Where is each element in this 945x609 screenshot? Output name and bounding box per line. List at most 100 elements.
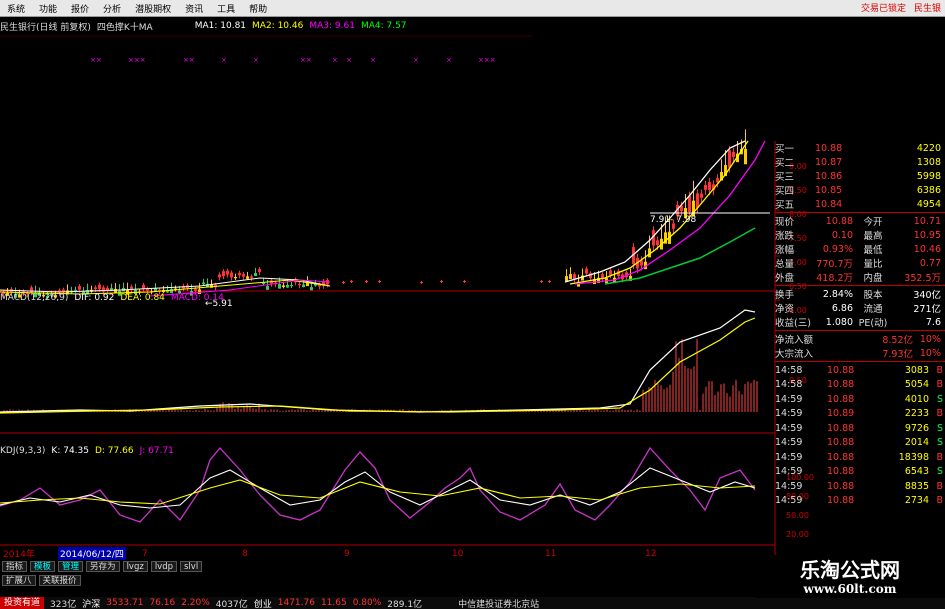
stat-value: 10.46 xyxy=(913,243,941,255)
tab-lvgz[interactable]: lvgz xyxy=(122,561,148,572)
svg-text:××: ×× xyxy=(90,56,102,64)
macd-value: MACD: 0.14 xyxy=(170,293,224,303)
stat-value: 271亿 xyxy=(913,304,941,315)
tick-row[interactable]: 14:59 10.88 6543 S xyxy=(775,465,945,480)
candle xyxy=(463,280,466,283)
status-index-change: 11.65 xyxy=(320,598,347,608)
tick-price: 10.88 xyxy=(827,437,855,449)
candle xyxy=(548,280,551,283)
tick-row[interactable]: 14:58 10.88 5054 B xyxy=(775,378,945,393)
candle xyxy=(246,271,249,280)
tick-row[interactable]: 14:59 10.88 2014 S xyxy=(775,436,945,451)
candle xyxy=(154,283,157,292)
candle xyxy=(290,281,293,289)
date-axis-year: 2014年 xyxy=(3,550,35,560)
candle xyxy=(573,272,576,283)
flow-pct: 10% xyxy=(919,347,941,359)
status-item: 4037亿 xyxy=(215,599,248,609)
tab-extension[interactable]: 扩展八 xyxy=(2,575,36,586)
bid-row[interactable]: 买三 10.86 5998 xyxy=(775,169,945,184)
bid-price: 10.84 xyxy=(815,198,843,210)
bid-row[interactable]: 买五 10.84 4954 xyxy=(775,197,945,212)
stat-label: 涨跌 xyxy=(775,231,795,242)
tick-row[interactable]: 14:59 10.89 2233 B xyxy=(775,407,945,422)
tick-price: 10.89 xyxy=(827,408,855,420)
flow-label: 净流入额 xyxy=(775,335,814,346)
range-label: 7.91- 7.98 xyxy=(650,215,697,225)
stat-row: 涨幅 0.93% 最低 10.46 xyxy=(775,242,945,257)
stat-label: 涨幅 xyxy=(775,245,795,256)
stat-value: 0.77 xyxy=(919,257,941,269)
macd-histogram xyxy=(3,338,758,412)
bid-label: 买五 xyxy=(775,200,795,211)
candle xyxy=(378,280,381,283)
stat-row: 涨跌 0.10 最高 10.95 xyxy=(775,228,945,243)
svg-text:×: × xyxy=(446,56,452,64)
date-axis-month: 7 xyxy=(142,548,148,559)
tick-time: 14:59 xyxy=(775,466,803,478)
svg-text:×: × xyxy=(370,56,376,64)
tick-row[interactable]: 14:59 10.88 18398 B xyxy=(775,450,945,465)
svg-text:×: × xyxy=(346,56,352,64)
tab-lvdp[interactable]: lvdp xyxy=(150,561,177,572)
tick-row[interactable]: 14:59 10.88 8835 B xyxy=(775,479,945,494)
candle xyxy=(218,272,221,281)
date-axis-month: 9 xyxy=(344,548,350,559)
status-bar: 投资有道 323亿 沪深 3533.71 76.16 2.20% 4037亿 创… xyxy=(0,597,945,609)
tick-time: 14:59 xyxy=(775,422,803,434)
tick-list[interactable]: 14:58 10.88 3083 B 14:58 10.88 5054 B 14:59 10.88… xyxy=(775,363,945,508)
stat-label: 内盘 xyxy=(863,273,883,284)
stat-label: 净资 xyxy=(775,304,795,315)
bid-row[interactable]: 买二 10.87 1308 xyxy=(775,155,945,170)
tick-price: 10.88 xyxy=(827,393,855,405)
tick-price: 10.88 xyxy=(827,495,855,507)
candle xyxy=(234,273,237,280)
tick-row[interactable]: 14:59 10.88 9726 S xyxy=(775,421,945,436)
candle xyxy=(581,268,584,281)
date-axis-month: 11 xyxy=(545,548,557,559)
tick-row[interactable]: 14:59 10.88 2734 B xyxy=(775,494,945,509)
bid-row[interactable]: 买四 10.85 6386 xyxy=(775,183,945,198)
candle xyxy=(222,269,225,280)
date-axis-selected[interactable]: 2014/06/12/四 xyxy=(58,547,126,560)
macd-dif: DIF: 0.92 xyxy=(74,293,115,303)
bid-price: 10.86 xyxy=(815,170,843,182)
stat-row: 总量 770.7万 量比 0.77 xyxy=(775,256,945,271)
tab-template[interactable]: 模板 xyxy=(30,561,56,572)
watermark-url: www.60lt.com xyxy=(803,582,897,596)
tick-time: 14:59 xyxy=(775,480,803,492)
candle xyxy=(202,278,205,286)
kdj-header: KDJ(9,3,3) K: 74.35 D: 77.66 J: 67.71 xyxy=(0,446,174,458)
tick-row[interactable]: 14:58 10.88 3083 B xyxy=(775,363,945,378)
candle xyxy=(342,281,345,284)
tab-related-quote[interactable]: 关联报价 xyxy=(38,575,81,586)
watermark-title: 乐淘公式网 xyxy=(800,558,900,582)
candle xyxy=(162,285,165,293)
candle xyxy=(569,267,572,280)
date-axis-month: 8 xyxy=(242,548,248,559)
tab-save-as[interactable]: 另存为 xyxy=(86,561,120,572)
broker-logo: 投资有道 xyxy=(0,597,45,609)
macd-name: MACD(12,26,9) xyxy=(0,293,69,303)
tick-side: B xyxy=(936,364,943,376)
tick-row[interactable]: 14:59 10.88 4010 S xyxy=(775,392,945,407)
tab-slvl[interactable]: slvl xyxy=(180,561,203,572)
stat-label: 换手 xyxy=(775,290,795,301)
candle xyxy=(230,270,233,281)
candle xyxy=(613,270,616,283)
tab-indicator[interactable]: 指标 xyxy=(2,561,28,572)
tick-side: S xyxy=(936,393,943,405)
candle xyxy=(206,278,209,288)
tick-time: 14:59 xyxy=(775,437,803,449)
bid-price: 10.87 xyxy=(815,156,843,168)
candle xyxy=(298,281,301,289)
flow-row: 大宗流入 7.93亿 10% xyxy=(775,346,945,361)
bid-volume: 4220 xyxy=(916,142,941,154)
bid-row[interactable]: 买一 10.88 4220 xyxy=(775,141,945,156)
flow-label: 大宗流入 xyxy=(775,349,814,360)
stat-label: 量比 xyxy=(863,259,883,270)
tick-time: 14:59 xyxy=(775,408,803,420)
tab-manage[interactable]: 管理 xyxy=(58,561,84,572)
status-index-pct: 2.20% xyxy=(181,598,210,608)
stat-label: 今开 xyxy=(863,217,883,228)
